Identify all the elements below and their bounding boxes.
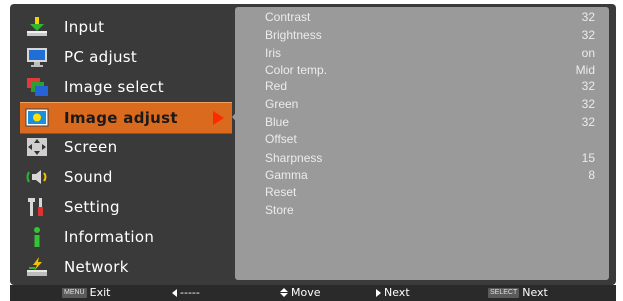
setting-name: Blue — [265, 115, 290, 129]
menu-item-setting[interactable]: Setting — [20, 192, 242, 222]
information-icon — [24, 226, 50, 248]
move-label: Move — [291, 286, 321, 299]
exit-label: Exit — [89, 286, 111, 299]
menu-item-label: Image select — [64, 78, 164, 96]
next-label: Next — [384, 286, 410, 299]
setting-name: Reset — [265, 185, 297, 199]
main-menu: Input PC adjust Image select Image adjus… — [20, 12, 242, 282]
setting-row-gamma[interactable]: Gamma 8 — [265, 168, 595, 186]
speaker-icon — [24, 166, 50, 188]
monitor-icon — [24, 46, 50, 68]
image-adjust-icon — [24, 107, 50, 129]
setting-value: Mid — [575, 63, 595, 77]
setting-row-brightness[interactable]: Brightness 32 — [265, 28, 595, 46]
menu-item-label: Input — [64, 18, 105, 36]
setting-name: Brightness — [265, 28, 322, 42]
navigation-footer: MENU Exit ----- Move Next SELECT Next — [10, 285, 616, 301]
menu-item-label: Screen — [64, 138, 118, 156]
setting-name: Color temp. — [265, 63, 328, 77]
setting-name: Iris — [265, 46, 281, 60]
setting-row-red[interactable]: Red 32 — [265, 79, 595, 97]
right-arrow-icon — [376, 288, 381, 297]
footer-back[interactable]: ----- — [172, 286, 200, 299]
setting-name: Gamma — [265, 168, 308, 182]
up-down-arrow-icon — [280, 288, 288, 297]
setting-name: Green — [265, 97, 299, 111]
setting-value: 8 — [588, 168, 595, 182]
setting-row-green[interactable]: Green 32 — [265, 97, 595, 115]
setting-name: Offset — [265, 132, 297, 146]
select-key-badge: SELECT — [488, 287, 520, 298]
menu-item-label: Setting — [64, 198, 120, 216]
screen-arrows-icon — [24, 136, 50, 158]
menu-item-sound[interactable]: Sound — [20, 162, 242, 192]
selected-arrow-icon — [213, 111, 224, 125]
menu-item-label: Information — [64, 228, 155, 246]
menu-item-image-select[interactable]: Image select — [20, 72, 242, 102]
menu-item-pc-adjust[interactable]: PC adjust — [20, 42, 242, 72]
wrench-icon — [24, 196, 50, 218]
menu-item-image-adjust[interactable]: Image adjust — [20, 102, 232, 134]
projector-osd-screen: Input PC adjust Image select Image adjus… — [0, 0, 623, 301]
setting-name: Contrast — [265, 10, 311, 24]
setting-value: 32 — [581, 28, 595, 42]
setting-row-iris[interactable]: Iris on — [265, 46, 595, 64]
menu-item-label: Sound — [64, 168, 113, 186]
left-arrow-icon — [172, 288, 177, 297]
select-next-label: Next — [522, 286, 548, 299]
menu-item-label: PC adjust — [64, 48, 138, 66]
back-label: ----- — [180, 286, 200, 299]
menu-item-label: Image adjust — [64, 109, 178, 127]
footer-next[interactable]: Next — [376, 286, 410, 299]
setting-name: Sharpness — [265, 151, 323, 165]
image-select-icon — [24, 76, 50, 98]
network-icon — [24, 256, 50, 278]
setting-value: 32 — [581, 97, 595, 111]
setting-value: 32 — [581, 10, 595, 24]
footer-select-next[interactable]: SELECT Next — [488, 286, 548, 299]
setting-name: Store — [265, 203, 294, 217]
menu-key-badge: MENU — [62, 287, 87, 298]
menu-item-input[interactable]: Input — [20, 12, 242, 42]
menu-item-label: Network — [64, 258, 129, 276]
setting-value: 15 — [581, 151, 595, 165]
setting-value: on — [581, 46, 595, 60]
setting-row-offset[interactable]: Offset — [265, 132, 595, 150]
setting-row-reset[interactable]: Reset — [265, 185, 595, 203]
setting-row-store[interactable]: Store — [265, 203, 595, 221]
setting-row-contrast[interactable]: Contrast 32 — [265, 10, 595, 28]
menu-item-network[interactable]: Network — [20, 252, 242, 282]
footer-exit[interactable]: MENU Exit — [62, 286, 110, 299]
setting-name: Red — [265, 79, 288, 93]
footer-move[interactable]: Move — [280, 286, 321, 299]
setting-row-blue[interactable]: Blue 32 — [265, 115, 595, 133]
setting-row-sharpness[interactable]: Sharpness 15 — [265, 151, 595, 169]
menu-item-screen[interactable]: Screen — [20, 132, 242, 162]
menu-item-information[interactable]: Information — [20, 222, 242, 252]
image-adjust-panel: Contrast 32 Brightness 32 Iris on Color … — [235, 7, 609, 280]
setting-value: 32 — [581, 115, 595, 129]
setting-value: 32 — [581, 79, 595, 93]
input-download-icon — [24, 16, 50, 38]
